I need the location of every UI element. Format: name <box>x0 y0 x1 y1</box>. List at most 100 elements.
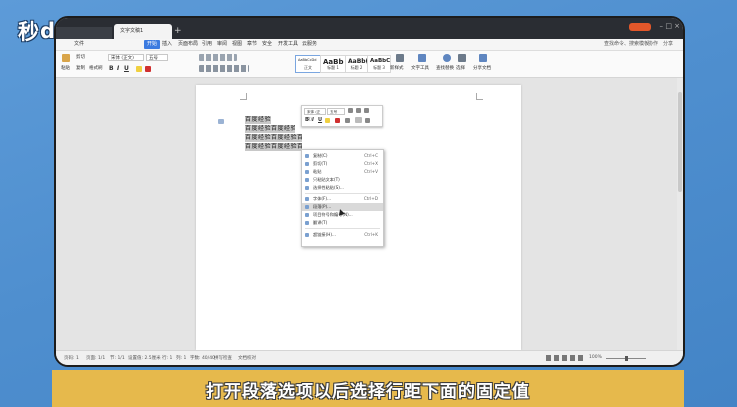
context-menu: 复制(C) Ctrl+C 剪切(T) Ctrl+X 粘贴 Ctrl+V 只粘贴文本(T… <box>301 149 384 247</box>
style-heading-3[interactable]: AaBbC 标题 3 <box>367 55 391 73</box>
menu-home[interactable]: 开始 <box>144 40 161 49</box>
menu-file[interactable]: 文件 <box>74 40 84 49</box>
ctx-paste-special-label: 选择性粘贴(S)... <box>313 185 344 190</box>
mini-size-select[interactable]: 五号 <box>327 108 345 115</box>
maximize-icon[interactable]: □ <box>665 22 672 30</box>
cut-button[interactable]: 剪切 <box>76 54 85 60</box>
ctx-bullets-label: 项目符号和编号(N)... <box>313 212 353 217</box>
close-icon[interactable]: × <box>674 22 680 30</box>
grow-font-icon[interactable] <box>348 108 353 113</box>
ctx-font[interactable]: 字体(F)... Ctrl+D <box>302 195 383 203</box>
collaborate-button[interactable]: 协作 <box>648 40 658 49</box>
paragraph-list-icons[interactable] <box>199 54 237 61</box>
font-name-select[interactable]: 宋体 (正文) <box>108 54 144 61</box>
find-replace-button[interactable]: 查找替换 <box>436 65 454 71</box>
mini-paragraph-icon[interactable] <box>355 117 362 123</box>
text-tools-button[interactable]: 文字工具 <box>411 65 429 71</box>
search-commands[interactable]: 查找命令、搜索模板 <box>604 40 649 49</box>
alignment-icons[interactable] <box>199 65 249 72</box>
translate-icon <box>305 221 309 225</box>
select-button[interactable]: 选择 <box>456 65 465 71</box>
share-icon[interactable] <box>479 54 487 62</box>
ctx-paragraph-label: 段落(P)... <box>313 204 332 209</box>
status-doc-check[interactable]: 文档校对 <box>238 355 256 361</box>
style-heading-3-sample: AaBbC <box>370 58 391 64</box>
mini-font-select[interactable]: 宋体 (正文) <box>304 108 326 121</box>
style-normal[interactable]: AaBbCcDd 正文 <box>295 55 321 73</box>
clear-format-icon[interactable] <box>364 108 369 113</box>
select-cursor-icon[interactable] <box>458 54 466 62</box>
italic-button[interactable]: I <box>117 65 119 72</box>
text-tools-icon[interactable] <box>418 54 426 62</box>
ctx-paste[interactable]: 粘贴 Ctrl+V <box>302 168 383 176</box>
paste-button[interactable]: 粘贴 <box>61 65 70 71</box>
bullets-icon <box>305 213 309 217</box>
style-heading-2[interactable]: AaBb( 标题 2 <box>345 55 368 73</box>
style-heading-2-label: 标题 2 <box>350 65 363 70</box>
document-line-4[interactable]: 百度经验百度经验百度经验 <box>245 143 302 151</box>
new-tab-icon[interactable]: + <box>174 26 182 36</box>
document-line-3[interactable]: 百度经验百度经验百度经验 <box>245 134 302 142</box>
zoom-slider-knob[interactable] <box>625 356 628 361</box>
mini-italic-button[interactable]: I <box>312 117 314 123</box>
share-button[interactable]: 分享 <box>663 40 673 49</box>
document-workspace: 百度经验 百度经验百度经验 百度经验百度经验百度经验 百度经验百度经验百度经验 … <box>56 78 677 350</box>
mini-font-color-icon[interactable] <box>335 118 340 123</box>
mini-highlight-icon[interactable] <box>325 118 330 123</box>
menu-chapter[interactable]: 章节 <box>247 40 257 49</box>
status-spellcheck[interactable]: 拼写检查 <box>214 355 232 361</box>
shrink-font-icon[interactable] <box>356 108 361 113</box>
ctx-paste-label: 粘贴 <box>313 169 322 174</box>
status-words[interactable]: 字数: 40/40 <box>190 355 215 361</box>
paragraph-handle-icon[interactable] <box>218 119 224 124</box>
minimize-icon[interactable]: – <box>660 22 664 30</box>
mini-shading-icon[interactable] <box>365 118 370 123</box>
document-page[interactable]: 百度经验 百度经验百度经验 百度经验百度经验百度经验 百度经验百度经验百度经验 … <box>196 85 521 350</box>
ctx-cut[interactable]: 剪切(T) Ctrl+X <box>302 160 383 168</box>
login-badge[interactable] <box>629 23 651 31</box>
share-doc-button[interactable]: 分享文档 <box>473 65 491 71</box>
mini-align-icon[interactable] <box>345 118 350 123</box>
format-painter-button[interactable]: 格式刷 <box>89 65 103 71</box>
ctx-separator-2 <box>305 228 380 229</box>
menu-page-layout[interactable]: 页面布局 <box>178 40 198 49</box>
wps-writer-window: 文字文稿1 + – □ × 文件 开始 插入 页面布局 引用 审阅 视图 章节 … <box>54 16 685 367</box>
scrollbar-thumb[interactable] <box>678 92 682 192</box>
zoom-value[interactable]: 100% <box>589 355 602 360</box>
new-style-button[interactable]: 新样式 <box>390 65 404 71</box>
home-tab[interactable] <box>56 27 112 39</box>
ctx-copy[interactable]: 复制(C) Ctrl+C <box>302 152 383 160</box>
ctx-translate[interactable]: 翻译(T) <box>302 219 383 227</box>
menu-review[interactable]: 审阅 <box>217 40 227 49</box>
menu-view[interactable]: 视图 <box>232 40 242 49</box>
paste-icon[interactable] <box>62 54 70 62</box>
ctx-paste-text[interactable]: 只粘贴文本(T) <box>302 176 383 184</box>
mini-bold-button[interactable]: B <box>305 117 309 123</box>
menu-insert[interactable]: 插入 <box>162 40 172 49</box>
paste-text-icon <box>305 178 309 182</box>
search-icon[interactable] <box>443 54 451 62</box>
copy-button[interactable]: 复制 <box>76 65 85 71</box>
vertical-scrollbar[interactable] <box>677 78 683 350</box>
menu-cloud[interactable]: 云服务 <box>302 40 317 49</box>
style-heading-1[interactable]: AaBb 标题 1 <box>320 55 346 73</box>
document-line-2[interactable]: 百度经验百度经验 <box>245 125 295 133</box>
document-line-1[interactable]: 百度经验 <box>245 116 271 124</box>
ctx-cut-shortcut: Ctrl+X <box>364 161 378 166</box>
view-mode-icons[interactable] <box>546 355 586 361</box>
status-page: 页码: 1 <box>64 356 79 361</box>
new-style-icon[interactable] <box>396 54 404 62</box>
highlight-icon[interactable] <box>136 66 142 72</box>
ctx-paste-special[interactable]: 选择性粘贴(S)... <box>302 184 383 192</box>
underline-button[interactable]: U <box>124 65 129 72</box>
ctx-hyperlink[interactable]: 超链接(H)... Ctrl+K <box>302 231 383 239</box>
mini-underline-button[interactable]: U <box>318 117 322 123</box>
menu-developer[interactable]: 开发工具 <box>278 40 298 49</box>
bold-button[interactable]: B <box>109 65 114 72</box>
ctx-copy-shortcut: Ctrl+C <box>364 153 378 158</box>
font-color-icon[interactable] <box>145 66 151 72</box>
menu-security[interactable]: 安全 <box>262 40 272 49</box>
menu-references[interactable]: 引用 <box>202 40 212 49</box>
document-tab[interactable]: 文字文稿1 <box>114 24 172 39</box>
font-size-select[interactable]: 五号 <box>146 54 168 61</box>
